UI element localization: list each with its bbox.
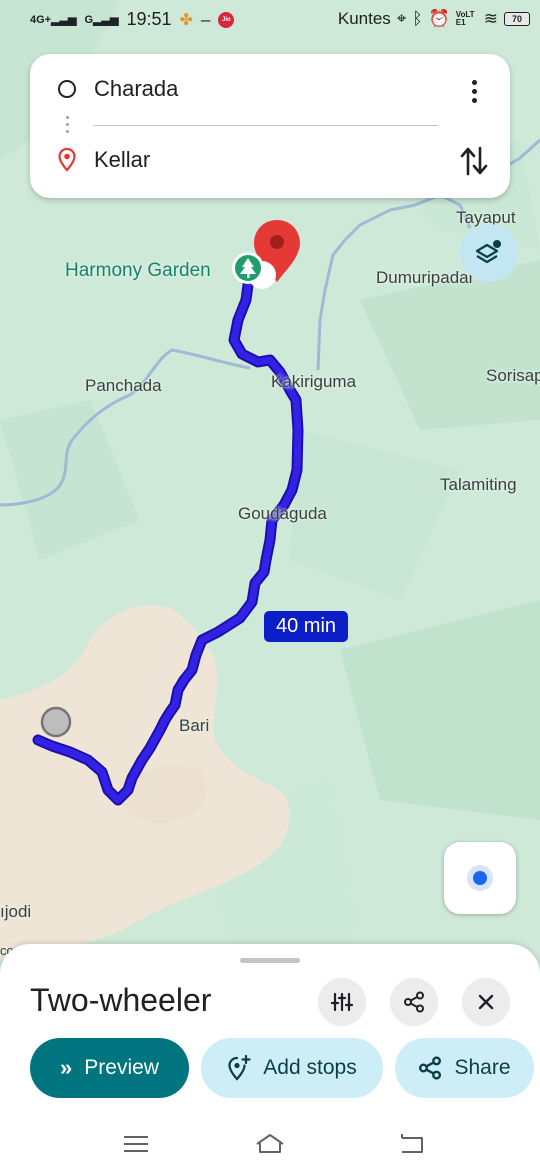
layers-icon (475, 240, 501, 264)
route-start-marker (40, 706, 72, 738)
bottom-sheet: Two-wheeler » Preview Add stops Share (0, 944, 540, 1170)
map-label-dumuripadar[interactable]: Dumuripadar (376, 268, 474, 288)
location-status-icon: ⌖ (396, 9, 407, 28)
map-label-panchada[interactable]: Panchada (85, 376, 162, 396)
map-label-bari[interactable]: Bari (179, 716, 209, 736)
travel-mode-title: Two-wheeler (30, 982, 212, 1018)
map-label-jodi[interactable]: ıjodi (0, 902, 31, 922)
preview-button[interactable]: » Preview (30, 1038, 189, 1098)
add-location-icon (228, 1055, 251, 1081)
system-nav-bar (0, 1120, 540, 1170)
share-icon (404, 991, 424, 1013)
minus-icon: – (200, 9, 211, 29)
network-2-indicator: G▂▃▅ (84, 13, 119, 26)
map-label-goudaguda[interactable]: Goudaguda (238, 504, 327, 524)
route-card: Charada Kellar (30, 54, 510, 198)
network-name: Kuntes (337, 9, 391, 28)
status-bar: 4G+▂▃▅ G▂▃▅ 19:51 ✤ – Jio Kuntes ⌖ ᛒ ⏰ V… (0, 0, 540, 40)
back-icon[interactable] (396, 1130, 428, 1158)
preview-label: Preview (84, 1056, 159, 1079)
jio-icon: Jio (218, 11, 235, 28)
close-icon (478, 994, 494, 1010)
network-1-indicator: 4G+▂▃▅ (30, 13, 77, 26)
double-chevron-icon: » (60, 1055, 73, 1080)
origin-label: Charada (94, 76, 179, 101)
status-time: 19:51 (126, 9, 172, 29)
more-options-button[interactable] (462, 76, 486, 106)
battery-indicator: 70 (504, 12, 530, 26)
add-stops-button[interactable]: Add stops (201, 1038, 383, 1098)
map-label-talamiting[interactable]: Talamiting (440, 475, 517, 495)
route-duration-badge[interactable]: 40 min (264, 611, 349, 642)
bluetooth-icon: ᛒ (412, 9, 423, 28)
share-label: Share (454, 1056, 511, 1079)
share-button[interactable]: Share (395, 1038, 534, 1098)
layers-button[interactable] (460, 224, 518, 282)
destination-field[interactable]: Kellar (58, 147, 150, 173)
volte-indicator: VoLTE1 (455, 10, 475, 27)
route-options-button[interactable] (318, 978, 366, 1026)
add-stops-label: Add stops (263, 1056, 357, 1079)
swap-vert-icon[interactable] (458, 144, 490, 178)
destination-label: Kellar (94, 147, 151, 172)
sheet-drag-handle[interactable] (240, 958, 300, 963)
origin-circle-icon (58, 80, 76, 98)
wifi-icon: ≋ (483, 9, 498, 28)
close-button[interactable] (462, 978, 510, 1026)
home-icon[interactable] (254, 1130, 286, 1158)
map-label-harmony-garden[interactable]: Harmony Garden (65, 260, 211, 282)
my-location-button[interactable] (444, 842, 516, 914)
share-round-button[interactable] (390, 978, 438, 1026)
map-label-sorisap[interactable]: Sorisap (486, 366, 540, 386)
place-icon (58, 148, 76, 172)
tune-icon (331, 992, 353, 1012)
origin-field[interactable]: Charada (58, 76, 178, 102)
menu-icon[interactable] (120, 1130, 152, 1158)
divider (93, 125, 438, 126)
share-icon (419, 1056, 442, 1080)
route-dots-icon (66, 114, 69, 136)
map-label-kakiriguma[interactable]: Kakiriguma (271, 372, 356, 392)
app-notification-icon: ✤ (179, 11, 193, 29)
my-location-icon (467, 865, 493, 891)
alarm-icon: ⏰ (428, 9, 450, 28)
